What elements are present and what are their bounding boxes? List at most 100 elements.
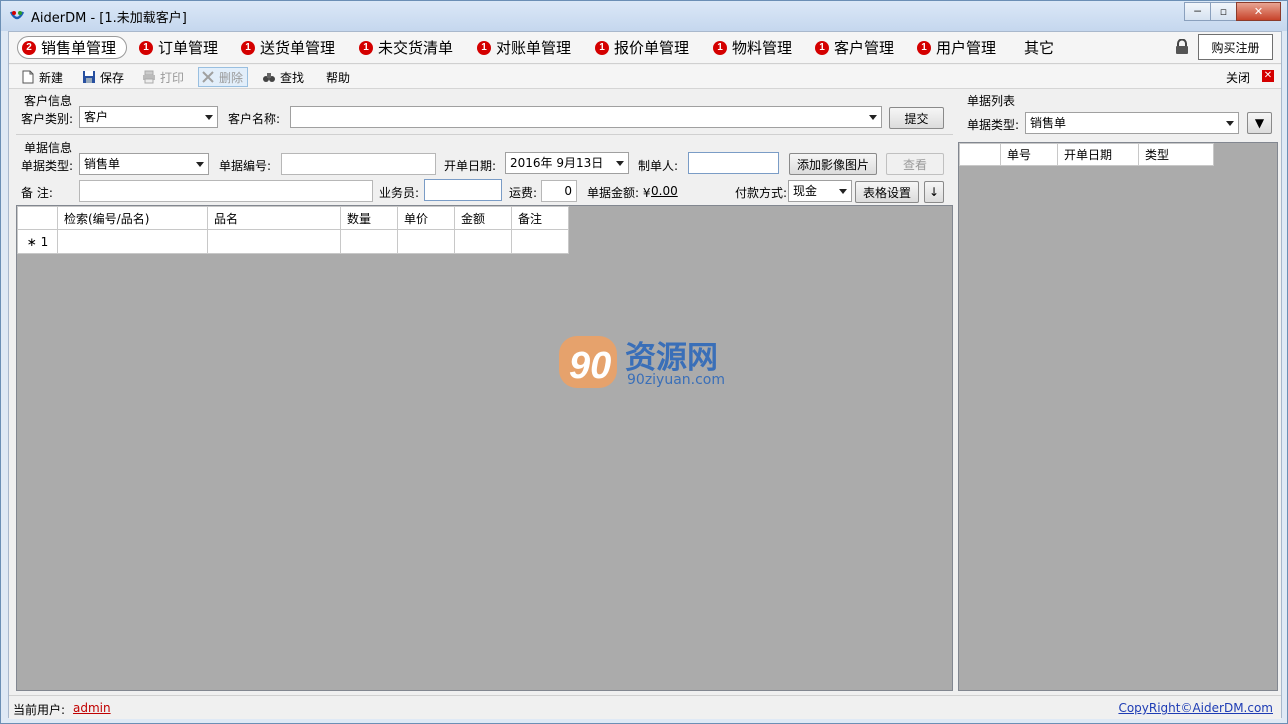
- tab-customers[interactable]: 1 客户管理: [815, 36, 894, 59]
- chevron-down-icon: [196, 162, 204, 167]
- print-button[interactable]: 打印: [142, 67, 184, 87]
- tab-label: 送货单管理: [260, 39, 336, 57]
- tab-badge: 1: [477, 40, 491, 55]
- new-button[interactable]: 新建: [21, 67, 63, 87]
- list-type-value: 销售单: [1030, 116, 1067, 130]
- freight-input[interactable]: 0: [541, 180, 577, 202]
- status-bar: 当前用户: admin CopyRight©AiderDM.com: [9, 695, 1281, 719]
- tab-label: 用户管理: [936, 39, 997, 57]
- tab-materials[interactable]: 1 物料管理: [713, 36, 792, 59]
- close-icon[interactable]: ✕: [1262, 70, 1274, 82]
- title-bar[interactable]: AiderDM - [1.未加载客户] ─ ▫ ✕: [1, 1, 1287, 31]
- app-window: AiderDM - [1.未加载客户] ─ ▫ ✕ 2 销售单管理 1 订单管理…: [0, 0, 1288, 724]
- column-header[interactable]: 检索(编号/品名): [57, 206, 208, 230]
- tab-label: 未交货清单: [378, 39, 454, 57]
- client-area: 2 销售单管理 1 订单管理 1 送货单管理 1 未交货清单 1 对账单管理 1…: [8, 31, 1282, 719]
- tab-badge: 1: [815, 40, 829, 55]
- maker-input[interactable]: [688, 152, 779, 174]
- document-list-grid[interactable]: 单号 开单日期 类型: [958, 142, 1278, 691]
- remark-input[interactable]: [79, 180, 373, 202]
- add-image-button[interactable]: 添加影像图片: [789, 153, 877, 175]
- chevron-down-icon: [1226, 121, 1234, 126]
- tab-other[interactable]: 其它: [1024, 36, 1054, 59]
- doc-type-select[interactable]: 销售单: [79, 153, 209, 175]
- sales-label: 业务员:: [379, 186, 420, 200]
- list-dropdown-button[interactable]: ▼: [1247, 112, 1272, 134]
- delete-button[interactable]: 删除: [198, 67, 249, 87]
- column-header[interactable]: 单号: [1000, 143, 1058, 166]
- floppy-disk-icon: [83, 71, 95, 83]
- customer-name-label: 客户名称:: [228, 112, 281, 126]
- lock-icon[interactable]: [1175, 39, 1189, 55]
- tab-badge: 1: [139, 40, 153, 55]
- column-header[interactable]: 备注: [511, 206, 569, 230]
- tab-users[interactable]: 1 用户管理: [917, 36, 996, 59]
- column-header[interactable]: 金额: [454, 206, 512, 230]
- restore-button[interactable]: ▫: [1210, 2, 1237, 21]
- chevron-down-icon: [839, 189, 847, 194]
- maker-label: 制单人:: [638, 159, 679, 173]
- doc-number-input[interactable]: [281, 153, 436, 175]
- customer-type-value: 客户: [84, 110, 109, 124]
- svg-text:90: 90: [569, 345, 611, 387]
- column-header[interactable]: 开单日期: [1057, 143, 1139, 166]
- find-button[interactable]: 查找: [262, 67, 304, 87]
- customer-type-label: 客户类别:: [21, 112, 74, 126]
- customer-type-select[interactable]: 客户: [79, 106, 218, 128]
- column-header[interactable]: 类型: [1138, 143, 1214, 166]
- printer-icon: [143, 70, 155, 84]
- close-window-button[interactable]: ✕: [1236, 2, 1281, 21]
- list-type-select[interactable]: 销售单: [1025, 112, 1239, 134]
- column-header[interactable]: 数量: [340, 206, 398, 230]
- column-header[interactable]: 品名: [207, 206, 341, 230]
- tab-label: 客户管理: [834, 39, 895, 57]
- table-row[interactable]: ∗ 1: [17, 229, 569, 254]
- column-header[interactable]: 单价: [397, 206, 455, 230]
- customer-section-title: 客户信息: [24, 94, 73, 108]
- move-down-button[interactable]: ↓: [924, 181, 944, 203]
- delete-x-icon: [202, 71, 214, 83]
- tab-badge: 1: [359, 40, 373, 55]
- amount-label: 单据金额: ¥: [587, 186, 651, 200]
- tab-orders[interactable]: 1 订单管理: [139, 36, 218, 59]
- list-section-title: 单据列表: [967, 94, 1016, 108]
- close-form-link[interactable]: 关闭: [1226, 69, 1250, 86]
- copyright-link[interactable]: CopyRight©AiderDM.com: [1118, 701, 1273, 715]
- tab-quotes[interactable]: 1 报价单管理: [595, 36, 689, 59]
- save-button[interactable]: 保存: [82, 67, 124, 87]
- tab-statements[interactable]: 1 对账单管理: [477, 36, 571, 59]
- delete-label: 删除: [219, 70, 244, 85]
- sales-input[interactable]: [424, 179, 502, 201]
- help-label: 帮助: [326, 70, 351, 85]
- view-button[interactable]: 查看: [886, 153, 944, 175]
- toolbar: 新建 保存 打印 删除 查找 帮助 关闭 ✕: [9, 65, 1281, 89]
- current-user-link[interactable]: admin: [73, 701, 111, 715]
- table-cell[interactable]: [397, 229, 455, 254]
- list-type-label: 单据类型:: [967, 118, 1020, 132]
- column-header: [17, 206, 58, 230]
- watermark-url: 90ziyuan.com: [627, 372, 726, 388]
- buy-register-button[interactable]: 购买注册: [1198, 34, 1273, 60]
- tab-sales[interactable]: 2 销售单管理: [17, 36, 128, 59]
- tab-delivery[interactable]: 1 送货单管理: [241, 36, 335, 59]
- table-cell[interactable]: [57, 229, 208, 254]
- row-header: ∗ 1: [17, 229, 58, 254]
- minimize-button[interactable]: ─: [1184, 2, 1211, 21]
- row-index: 1: [40, 234, 49, 249]
- document-section-title: 单据信息: [24, 141, 73, 155]
- table-cell[interactable]: [511, 229, 569, 254]
- payment-select[interactable]: 现金: [788, 180, 852, 202]
- submit-button[interactable]: 提交: [889, 107, 944, 129]
- chevron-down-icon: [869, 115, 877, 120]
- table-cell[interactable]: [340, 229, 398, 254]
- table-settings-button[interactable]: 表格设置: [855, 181, 919, 203]
- items-grid[interactable]: 检索(编号/品名) 品名 数量 单价 金额 备注 ∗ 1: [16, 205, 953, 691]
- table-cell[interactable]: [207, 229, 341, 254]
- customer-name-select[interactable]: [290, 106, 882, 128]
- help-button[interactable]: 帮助: [326, 67, 350, 87]
- table-cell[interactable]: [454, 229, 512, 254]
- new-row-marker: ∗: [26, 234, 37, 249]
- date-picker[interactable]: 2016年 9月13日: [505, 152, 629, 174]
- app-logo-icon: [9, 11, 25, 20]
- tab-undelivered[interactable]: 1 未交货清单: [359, 36, 453, 59]
